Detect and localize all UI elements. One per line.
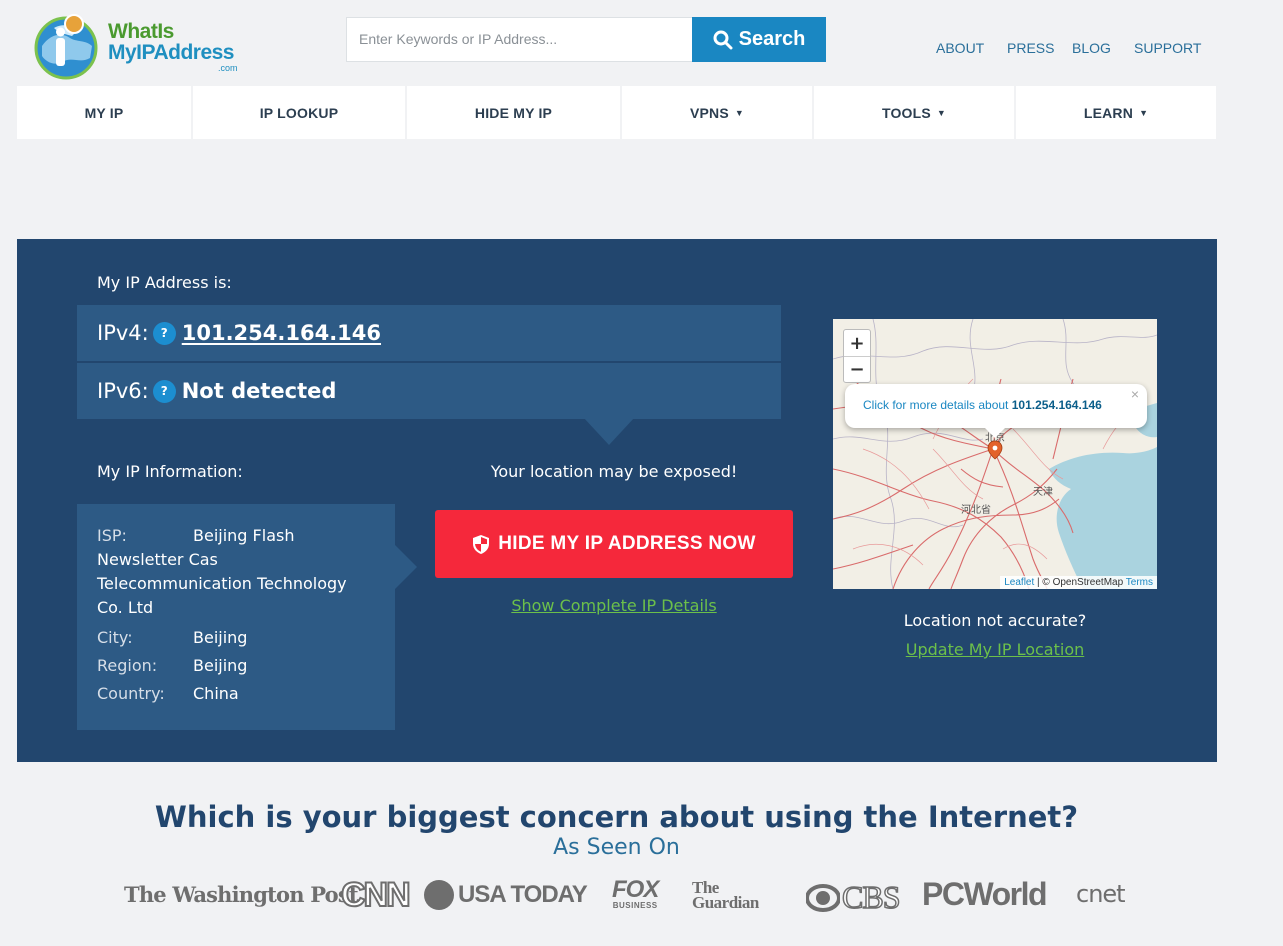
show-ip-details-link[interactable]: Show Complete IP Details [435,596,793,615]
isp-value-first: Beijing Flash [193,526,295,545]
search-icon [713,30,733,49]
isp-label: ISP: [97,526,127,545]
my-ip-heading: My IP Address is: [97,273,232,292]
region-value: Beijing [193,656,248,675]
press-logo-fox-business: FOX BUSINESS [612,876,659,910]
link-support[interactable]: SUPPORT [1134,40,1201,56]
nav-vpns[interactable]: VPNS ▼ [622,86,812,139]
location-map[interactable]: 北京 天津 河北省 + − Click for more details abo… [833,319,1157,589]
main-nav: MY IP IP LOOKUP HIDE MY IP VPNS ▼ TOOLS ▼ … [17,86,1216,139]
city-value: Beijing [193,628,248,647]
hide-my-ip-button[interactable]: HIDE MY IP ADDRESS NOW [435,510,793,578]
usa-today-dot-icon [424,880,454,910]
location-question: Location not accurate? [903,611,1087,630]
press-logo-cnn: CNN [340,875,412,915]
cbs-eye-icon [806,883,840,912]
cbs-text: CBS [841,878,901,916]
zoom-in-button[interactable]: + [844,330,870,356]
nav-learn[interactable]: LEARN ▼ [1016,86,1216,139]
chevron-down-icon: ▼ [734,107,745,118]
map-tiles: 北京 天津 河北省 [833,319,1157,589]
city-label: City: [97,628,133,647]
exposure-warning: Your location may be exposed! [490,462,738,481]
region-row: Region: Beijing [97,654,395,678]
nav-learn-label: LEARN [1083,104,1134,121]
update-location-link[interactable]: Update My IP Location [833,640,1157,659]
close-icon[interactable]: × [1131,386,1139,402]
shield-icon [473,534,490,554]
logo-text-whatis: WhatIs [108,20,174,43]
map-label-hebei: 河北省 [961,503,991,516]
hide-my-ip-button-label: HIDE MY IP ADDRESS NOW [498,533,756,554]
ipv4-value[interactable]: 101.254.164.146 [182,321,381,345]
ipv4-label: IPv4: [97,321,149,345]
help-icon[interactable]: ? [152,321,176,345]
concern-heading: Which is your biggest concern about usin… [154,800,1079,834]
nav-vpns-label: VPNS [689,104,729,121]
as-seen-on-heading: As Seen On [553,835,680,860]
press-logo-washington-post: The Washington Post [124,882,359,907]
nav-tools[interactable]: TOOLS ▼ [814,86,1014,139]
map-popup[interactable]: Click for more details about 101.254.164… [845,384,1147,428]
search-button-label: Search [738,28,806,50]
region-label: Region: [97,656,158,675]
map-popup-text: Click for more details about [863,398,1009,412]
logo-text-myipaddress: MyIPAddress [108,41,235,64]
info-box-pointer [395,545,417,589]
nav-tools-label: TOOLS [881,104,931,121]
ip-info-box: ISP: Beijing Flash Newsletter Cas Telecom… [77,504,395,730]
ip-box-pointer [583,417,635,445]
press-logo-pcworld: PCWorld [922,876,1048,912]
city-row: City: Beijing [97,626,395,650]
site-logo[interactable]: WhatIs MyIPAddress .com [32,12,247,82]
nav-ip-lookup-label: IP LOOKUP [259,104,339,121]
ip-info-panel: My IP Address is: IPv4: ? 101.254.164.14… [17,239,1217,762]
map-label-tianjin: 天津 [1033,486,1053,498]
isp-value-rest: Newsletter Cas Telecommunication Technol… [97,550,347,617]
map-popup-tip [985,428,1005,438]
link-about[interactable]: ABOUT [936,40,984,56]
osm-credit: | © OpenStreetMap [1034,577,1126,588]
map-zoom-controls: + − [843,329,871,383]
search-button[interactable]: Search [692,17,826,62]
nav-hide-my-ip-label: HIDE MY IP [474,104,553,121]
map-popup-ip: 101.254.164.146 [1011,398,1102,412]
fox-text: FOX [612,876,659,903]
chevron-down-icon: ▼ [936,107,947,118]
ip-info-heading: My IP Information: [97,462,243,481]
country-value: China [193,684,239,703]
country-row: Country: China [97,682,395,706]
terms-link[interactable]: Terms [1126,577,1153,588]
zoom-out-button[interactable]: − [844,356,870,382]
press-logo-usa-today: USA TODAY [424,880,588,910]
ipv6-label: IPv6: [97,379,149,403]
business-text: BUSINESS [612,901,658,910]
press-logo-guardian: The Guardian [692,878,759,912]
nav-my-ip[interactable]: MY IP [17,86,191,139]
ipv4-row: IPv4: ? 101.254.164.146 [77,305,781,361]
logo-text-com: .com [218,63,238,73]
ipv6-value: Not detected [181,379,337,403]
help-icon[interactable]: ? [152,379,176,403]
nav-hide-my-ip[interactable]: HIDE MY IP [407,86,620,139]
link-press[interactable]: PRESS [1007,40,1054,56]
isp-row: ISP: Beijing Flash Newsletter Cas Telecom… [97,524,395,620]
map-attribution: Leaflet | © OpenStreetMap Terms [1000,576,1157,589]
ipv6-row: IPv6: ? Not detected [77,363,781,419]
link-blog[interactable]: BLOG [1072,40,1111,56]
nav-ip-lookup[interactable]: IP LOOKUP [193,86,405,139]
press-logo-cbs: CBS [806,878,901,916]
usa-today-text: USA TODAY [458,881,588,908]
globe-logo-icon [34,14,98,80]
country-label: Country: [97,684,165,703]
leaflet-link[interactable]: Leaflet [1004,577,1034,588]
press-logo-cnet: cnet [1076,880,1126,908]
nav-my-ip-label: MY IP [84,104,124,121]
search-input[interactable]: Enter Keywords or IP Address... [346,17,693,62]
chevron-down-icon: ▼ [1139,107,1149,118]
